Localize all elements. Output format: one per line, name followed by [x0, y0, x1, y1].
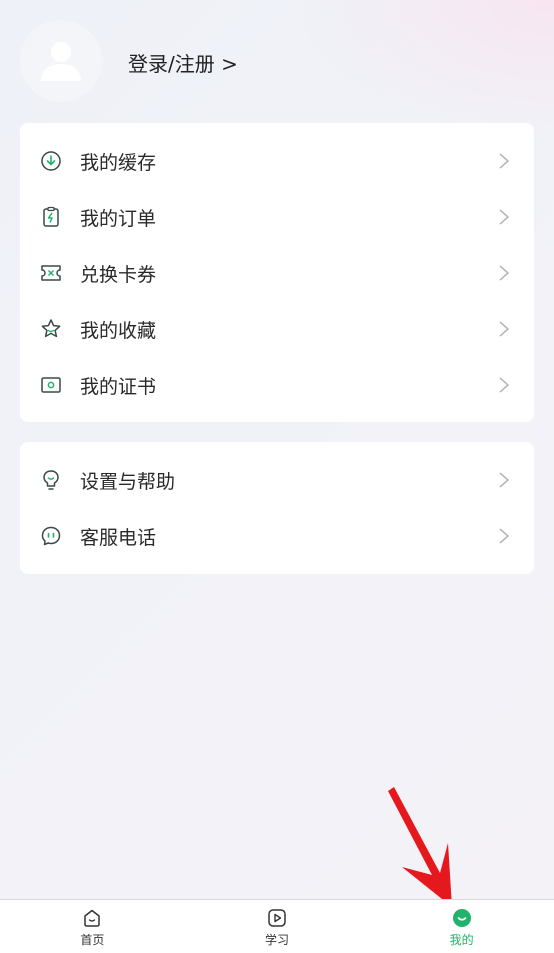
- avatar[interactable]: [20, 20, 102, 102]
- tab-label: 我的: [449, 933, 474, 947]
- profile-header: 登录/注册 >: [0, 0, 554, 120]
- download-icon: [40, 150, 62, 172]
- tab-label: 首页: [80, 933, 105, 947]
- login-register-link[interactable]: 登录/注册 >: [128, 48, 238, 77]
- menu-item-orders[interactable]: 我的订单: [20, 189, 534, 245]
- menu-item-label: 客服电话: [80, 527, 157, 549]
- menu-item-favorites[interactable]: 我的收藏: [20, 301, 534, 357]
- menu-item-redeem-coupon[interactable]: 兑换卡券: [20, 245, 534, 301]
- menu-card-primary: 我的缓存 我的订单 兑换卡券 我的收藏 我的证书: [20, 123, 534, 422]
- coupon-ticket-icon: [40, 262, 62, 284]
- tab-mine[interactable]: 我的: [369, 900, 554, 953]
- menu-item-label: 设置与帮助: [80, 471, 176, 493]
- user-avatar-icon: [41, 42, 81, 81]
- red-arrow-icon: [388, 787, 452, 907]
- menu-item-settings-help[interactable]: 设置与帮助: [20, 452, 534, 508]
- tab-home[interactable]: 首页: [0, 900, 185, 953]
- chevron-right-icon: [499, 153, 510, 169]
- menu-item-label: 我的缓存: [80, 152, 157, 174]
- chat-bubble-icon: [40, 525, 62, 547]
- chevron-right-icon: [499, 377, 510, 393]
- order-clipboard-icon: [40, 206, 62, 228]
- play-icon: [268, 909, 286, 927]
- bulb-help-icon: [40, 469, 62, 491]
- star-icon: [40, 318, 62, 340]
- menu-item-label: 兑换卡券: [80, 264, 157, 286]
- chevron-right-icon: [499, 265, 510, 281]
- certificate-icon: [40, 374, 62, 396]
- chevron-right-icon: [499, 321, 510, 337]
- tab-study[interactable]: 学习: [185, 900, 370, 953]
- home-icon: [84, 909, 101, 927]
- menu-item-label: 我的订单: [80, 208, 157, 230]
- menu-item-customer-service[interactable]: 客服电话: [20, 508, 534, 564]
- menu-item-label: 我的收藏: [80, 320, 157, 342]
- bottom-tab-bar: 首页 学习 我的: [0, 899, 554, 953]
- chevron-right-icon: [499, 472, 510, 488]
- menu-card-secondary: 设置与帮助 客服电话: [20, 442, 534, 574]
- menu-item-certificates[interactable]: 我的证书: [20, 357, 534, 413]
- chevron-right-icon: [499, 209, 510, 225]
- smile-icon: [452, 909, 471, 927]
- chevron-right-icon: [499, 528, 510, 544]
- tab-label: 学习: [265, 933, 290, 947]
- menu-item-label: 我的证书: [80, 376, 157, 398]
- menu-item-cache[interactable]: 我的缓存: [20, 133, 534, 189]
